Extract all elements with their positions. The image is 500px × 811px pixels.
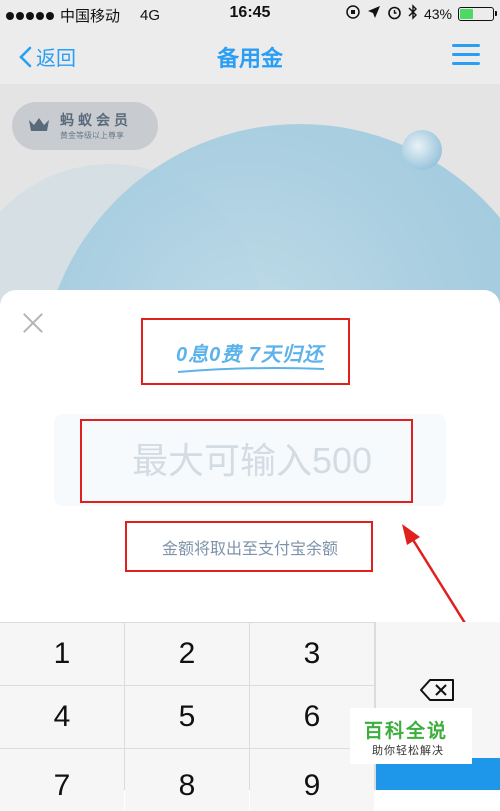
member-subtitle: 黄金等级以上尊享 (60, 131, 124, 140)
crown-icon (29, 118, 49, 131)
member-badge[interactable]: 蚂蚁会员 黄金等级以上尊享 (12, 102, 158, 150)
battery-icon (458, 6, 497, 21)
amount-input[interactable] (54, 414, 450, 508)
slogan-underline (177, 367, 325, 373)
close-button[interactable] (22, 312, 44, 334)
key-8[interactable]: 8 (125, 749, 249, 811)
page-title: 备用金 (216, 46, 283, 71)
battery-percent: 43% (423, 5, 452, 22)
location-icon (367, 5, 381, 22)
watermark-title: 百科全说 (364, 721, 449, 742)
backspace-icon (420, 679, 454, 701)
key-5[interactable]: 5 (125, 686, 249, 748)
nav-bar: 返回 备用金 (0, 28, 500, 84)
key-2[interactable]: 2 (125, 623, 249, 685)
key-3[interactable]: 3 (250, 623, 374, 685)
key-4[interactable]: 4 (0, 686, 124, 748)
status-bar: 中国移动 4G 16:45 43% (0, 0, 500, 28)
decor-orb (402, 130, 442, 170)
alarm-icon (387, 5, 402, 23)
menu-button[interactable] (452, 44, 480, 66)
slogan: 0息0费 7天归还 (176, 344, 324, 366)
watermark-subtitle: 助你轻松解决 (372, 745, 444, 757)
watermark-logo: 百科全说 助你轻松解决 (350, 708, 472, 764)
member-title: 蚂蚁会员 (60, 112, 132, 128)
numeric-keypad: 1 2 3 4 5 6 7 8 9 (0, 622, 500, 811)
destination-hint: 金额将取出至支付宝余额 (161, 541, 338, 558)
key-7[interactable]: 7 (0, 749, 124, 811)
hamburger-icon (452, 44, 480, 47)
bluetooth-icon (408, 4, 418, 23)
key-1[interactable]: 1 (0, 623, 124, 685)
rotation-lock-icon (345, 4, 361, 23)
amount-field (54, 414, 450, 508)
